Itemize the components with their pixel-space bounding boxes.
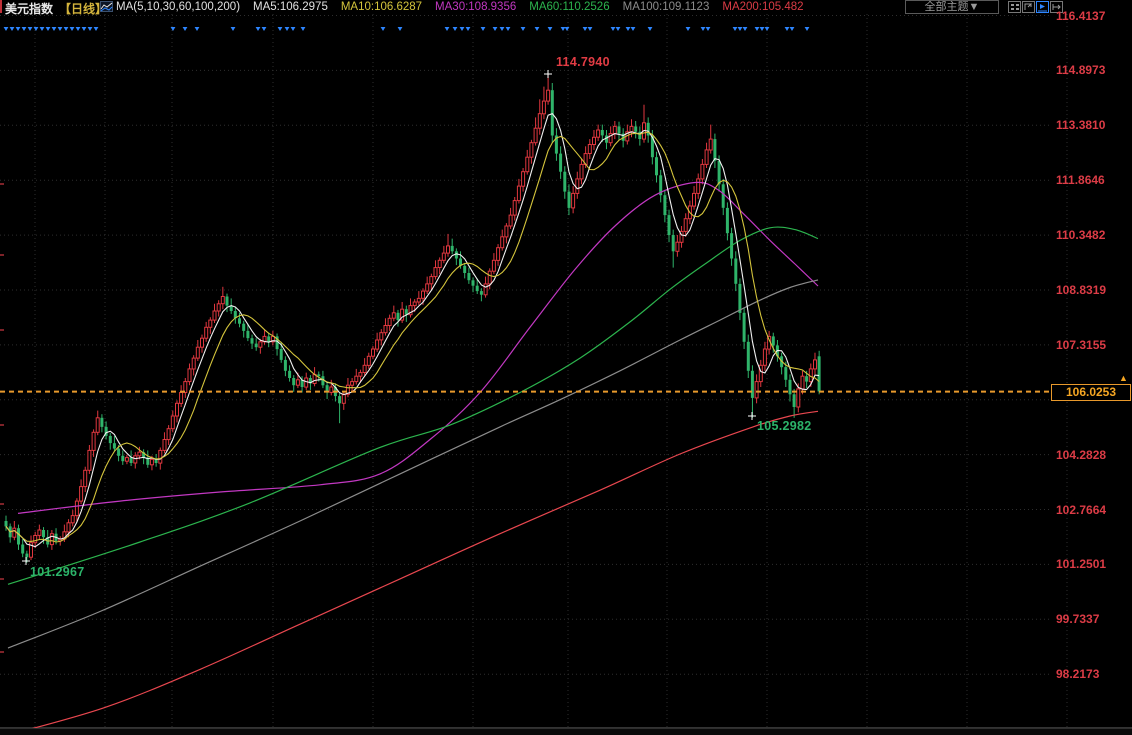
price-axis-label: 108.8319: [1056, 283, 1130, 297]
layout-grid-icon[interactable]: [1008, 1, 1021, 13]
low-annotation: 105.2982: [757, 419, 812, 433]
cross-marker: [748, 412, 756, 420]
price-axis-label: 102.7664: [1056, 503, 1130, 517]
ma-legend-item: MA100:109.1123: [623, 1, 710, 13]
price-axis-label: 107.3155: [1056, 338, 1130, 352]
ma-line-ma100: [8, 280, 818, 648]
ma-line-ma30: [18, 182, 818, 513]
price-axis-label: 104.2828: [1056, 448, 1130, 462]
cross-marker: [544, 70, 552, 78]
current-price-badge: 106.0253: [1051, 384, 1131, 401]
theme-dropdown[interactable]: 全部主题▼: [905, 0, 999, 14]
price-axis-label: 114.8973: [1056, 63, 1130, 77]
chart-window: 美元指数 【日线】 MA(5,10,30,60,100,200)MA5:106.…: [0, 0, 1132, 735]
price-axis-label: 116.4137: [1056, 9, 1130, 23]
event-markers-layer[interactable]: [4, 27, 810, 31]
top-bar: 美元指数 【日线】 MA(5,10,30,60,100,200)MA5:106.…: [0, 0, 1132, 14]
candles-layer: [5, 74, 821, 563]
price-axis-label: 98.2173: [1056, 667, 1130, 681]
ma-line-ma60: [8, 227, 818, 584]
pane-corner-arrow-icon[interactable]: [1022, 1, 1035, 13]
ma-legend-item: MA5:106.2975: [253, 1, 328, 13]
instrument-title: 美元指数: [5, 0, 53, 17]
price-up-arrow-icon: ▲: [1119, 373, 1128, 383]
ma-legend: MA(5,10,30,60,100,200) MA5:106.2975 MA10:1…: [116, 1, 804, 13]
price-axis-label: 110.3482: [1056, 228, 1130, 242]
ma-legend-item: MA30:108.9356: [435, 1, 516, 13]
left-edge-ticks: [0, 183, 4, 653]
ma-legend-item: MA10:106.6287: [341, 1, 422, 13]
start-low-annotation: 101.2967: [30, 565, 85, 579]
bottom-strip: [0, 728, 1132, 735]
ma-legend-item: MA200:105.482: [722, 1, 803, 13]
mini-chart-icon: [100, 1, 113, 12]
price-axis-label: 101.2501: [1056, 557, 1130, 571]
candlestick-chart[interactable]: [0, 0, 1132, 735]
price-axis-label: 113.3810: [1056, 118, 1130, 132]
ma-legend-item: MA(5,10,30,60,100,200): [116, 1, 240, 13]
ma-legend-item: MA60:110.2526: [529, 1, 609, 13]
active-pane-icon[interactable]: [1036, 1, 1049, 13]
high-annotation: 114.7940: [556, 55, 610, 69]
price-axis-label: 99.7337: [1056, 612, 1130, 626]
gridlines: [0, 14, 1132, 728]
cross-marker: [22, 557, 30, 565]
price-axis-label: 111.8646: [1056, 173, 1130, 187]
top-left-tick: [0, 0, 2, 13]
